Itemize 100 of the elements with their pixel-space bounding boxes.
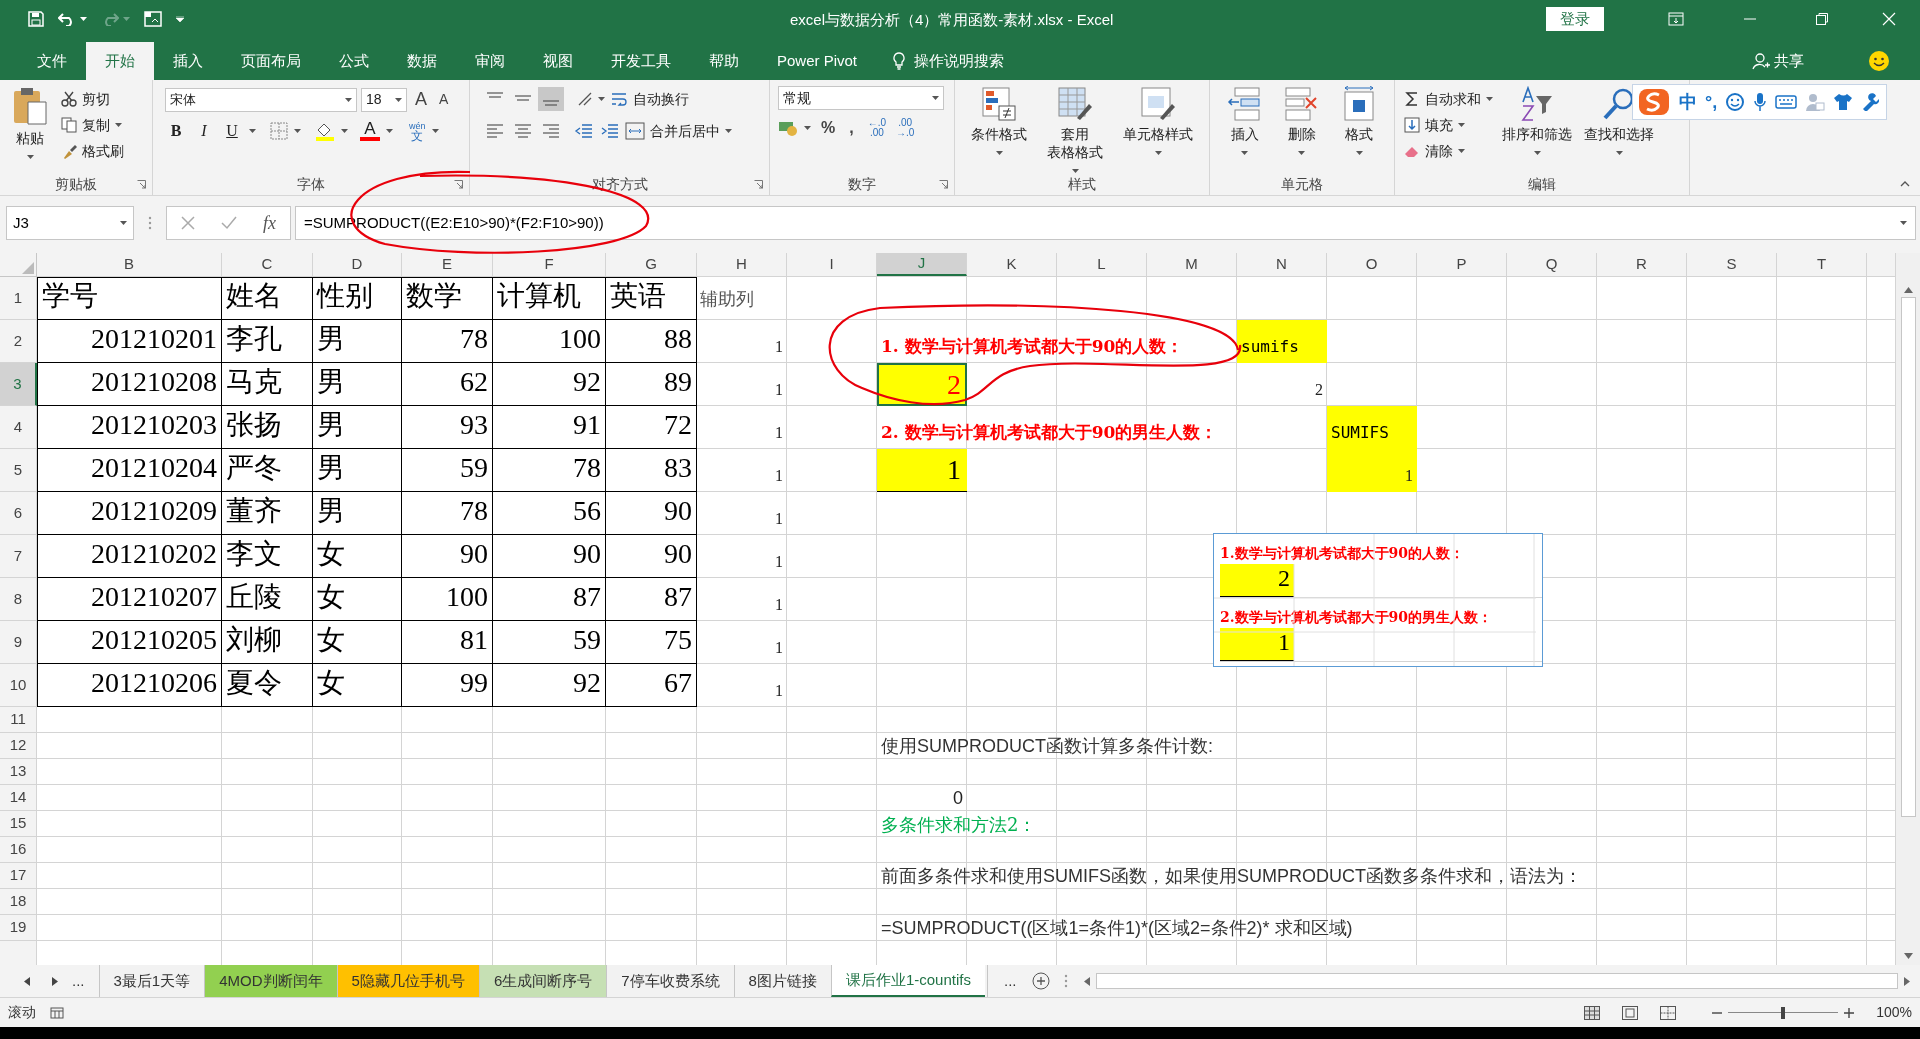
menu-tab[interactable]: 插入 <box>154 42 222 80</box>
decimal-button[interactable]: .00 →.0 <box>896 118 915 138</box>
menu-tab[interactable]: Power Pivot <box>758 42 877 80</box>
spreadsheet-cell[interactable]: 女 <box>313 664 402 707</box>
column-header[interactable]: P <box>1417 253 1507 276</box>
spreadsheet-cell[interactable]: 92 <box>493 363 606 406</box>
ribbon-button[interactable]: 套用 表格格式 <box>1041 86 1109 173</box>
font-color-button[interactable]: A <box>360 121 380 141</box>
column-header[interactable]: S <box>1687 253 1777 276</box>
row-header[interactable]: 12 <box>0 733 37 759</box>
row-header[interactable]: 16 <box>0 837 37 863</box>
spreadsheet-cell[interactable]: 1 <box>697 406 787 449</box>
ribbon-button[interactable]: 合并后居中 <box>622 118 735 144</box>
row-header[interactable]: 14 <box>0 785 37 811</box>
spreadsheet-cell[interactable]: 91 <box>493 406 606 449</box>
ribbon-button[interactable]: 条件格式 <box>965 86 1033 173</box>
spreadsheet-cell[interactable]: SUMIFS <box>1327 406 1417 449</box>
menu-tab[interactable]: 数据 <box>388 42 456 80</box>
spreadsheet-cell[interactable]: 辅助列 <box>697 277 1867 320</box>
spreadsheet-cell[interactable]: 92 <box>493 664 606 707</box>
spreadsheet-cell[interactable]: 81 <box>402 621 493 664</box>
spreadsheet-cell[interactable]: 2 <box>1237 363 1327 406</box>
number-format-field[interactable]: 常规 <box>778 86 944 110</box>
spreadsheet-cell[interactable]: 100 <box>402 578 493 621</box>
more-sheets-button[interactable]: ... <box>58 965 99 997</box>
spreadsheet-cell[interactable]: 丘陵 <box>222 578 313 621</box>
spreadsheet-cell[interactable]: 1 <box>697 363 787 406</box>
number-style-button[interactable]: % <box>817 116 840 140</box>
spreadsheet-cell[interactable]: 1 <box>697 320 787 363</box>
menu-tab[interactable]: 文件 <box>18 42 86 80</box>
spreadsheet-cell[interactable]: 性别 <box>313 277 402 320</box>
spreadsheet-cell[interactable]: 78 <box>493 449 606 492</box>
tell-me-search[interactable]: 操作说明搜索 <box>914 49 1005 73</box>
column-header[interactable]: O <box>1327 253 1417 276</box>
spreadsheet-cell[interactable]: 英语 <box>606 277 697 320</box>
row-header[interactable]: 7 <box>0 535 37 578</box>
row-header[interactable]: 3 <box>0 363 37 406</box>
ribbon-button[interactable]: 清除 <box>1401 138 1496 164</box>
spreadsheet-cell[interactable]: 201210209 <box>37 492 222 535</box>
spreadsheet-cell[interactable]: 数学 <box>402 277 493 320</box>
spreadsheet-cell[interactable]: 1 <box>697 535 787 578</box>
spreadsheet-cell[interactable]: 女 <box>313 578 402 621</box>
spreadsheet-cell[interactable]: 男 <box>313 492 402 535</box>
spreadsheet-cell[interactable]: 72 <box>606 406 697 449</box>
row-header[interactable]: 6 <box>0 492 37 535</box>
column-header[interactable]: B <box>37 253 222 276</box>
menu-tab[interactable]: 开发工具 <box>592 42 690 80</box>
spreadsheet-cell[interactable]: 张扬 <box>222 406 313 449</box>
sheet-tab[interactable]: 4MOD判断闰年 <box>204 965 337 997</box>
spreadsheet-cell[interactable]: 1 <box>1327 449 1417 492</box>
spreadsheet-cell[interactable]: 100 <box>493 320 606 363</box>
ribbon-button[interactable]: 自动换行 <box>607 86 692 112</box>
font-style-button[interactable]: I <box>193 119 215 143</box>
spreadsheet-cell[interactable]: 李文 <box>222 535 313 578</box>
spreadsheet-cell[interactable]: 女 <box>313 535 402 578</box>
spreadsheet-cell[interactable]: 201210203 <box>37 406 222 449</box>
spreadsheet-cell[interactable]: 女 <box>313 621 402 664</box>
row-header[interactable]: 9 <box>0 621 37 664</box>
spreadsheet-cell[interactable]: sumifs <box>1237 320 1327 363</box>
spreadsheet-cell[interactable]: 1 <box>697 492 787 535</box>
spreadsheet-cell[interactable]: 201210205 <box>37 621 222 664</box>
row-header[interactable]: 4 <box>0 406 37 449</box>
spreadsheet-cell[interactable]: 使用SUMPRODUCT函数计算多条件计数: <box>877 733 1867 759</box>
spreadsheet-cell[interactable]: 59 <box>493 621 606 664</box>
sheet-tab[interactable]: 6生成间断序号 <box>478 965 607 997</box>
font-style-button[interactable]: B <box>165 119 187 143</box>
sheet-tab[interactable]: 5隐藏几位手机号 <box>336 965 479 997</box>
menu-tab[interactable]: 视图 <box>524 42 592 80</box>
spreadsheet-cell[interactable]: 1 <box>697 578 787 621</box>
spreadsheet-cell[interactable]: 1 <box>697 621 787 664</box>
spreadsheet-cell[interactable]: 姓名 <box>222 277 313 320</box>
column-header[interactable]: C <box>222 253 313 276</box>
column-header[interactable]: H <box>697 253 787 276</box>
menu-tab[interactable]: 审阅 <box>456 42 524 80</box>
number-style-button[interactable]: , <box>845 116 858 140</box>
row-header[interactable]: 18 <box>0 889 37 915</box>
spreadsheet-cell[interactable]: 78 <box>402 320 493 363</box>
column-header[interactable]: R <box>1597 253 1687 276</box>
column-header[interactable]: J <box>877 253 967 276</box>
spreadsheet-cell[interactable]: 男 <box>313 320 402 363</box>
zoom-level[interactable]: 100% <box>1876 1002 1912 1023</box>
spreadsheet-cell[interactable]: 78 <box>402 492 493 535</box>
spreadsheet-cell[interactable]: 90 <box>606 492 697 535</box>
spreadsheet-cell[interactable]: 男 <box>313 449 402 492</box>
column-header[interactable]: L <box>1057 253 1147 276</box>
spreadsheet-cell[interactable]: 56 <box>493 492 606 535</box>
spreadsheet-cell[interactable]: 李孔 <box>222 320 313 363</box>
ribbon-button[interactable]: 复制 <box>58 112 127 138</box>
ribbon-button[interactable]: 粘贴 <box>6 86 54 173</box>
row-header[interactable]: 13 <box>0 759 37 785</box>
row-header[interactable]: 10 <box>0 664 37 707</box>
ribbon-button[interactable]: 剪切 <box>58 86 127 112</box>
spreadsheet-cell[interactable]: 201210202 <box>37 535 222 578</box>
column-header[interactable]: T <box>1777 253 1867 276</box>
ime-toolbar[interactable]: 中 °, <box>1632 84 1887 120</box>
spreadsheet-cell[interactable]: 75 <box>606 621 697 664</box>
row-header[interactable]: 8 <box>0 578 37 621</box>
spreadsheet-cell[interactable]: 0 <box>877 785 967 811</box>
column-header[interactable]: M <box>1147 253 1237 276</box>
row-header[interactable]: 17 <box>0 863 37 889</box>
